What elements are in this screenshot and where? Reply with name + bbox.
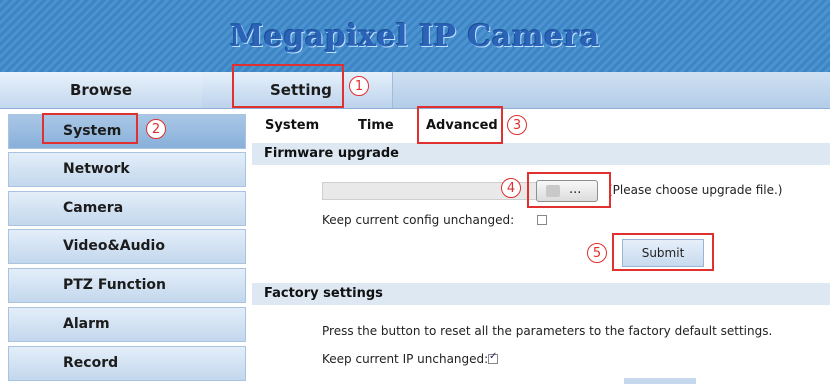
subtab-time[interactable]: Time [358,110,394,142]
subtab-system[interactable]: System [265,110,319,142]
marker-1: 1 [349,76,369,96]
sidebar-item-ptz-function[interactable]: PTZ Function [8,268,246,303]
highlight-system [42,113,138,144]
upgrade-file-hint: (Please choose upgrade file.) [608,183,783,197]
sidebar-item-record[interactable]: Record [8,346,246,381]
marker-5: 5 [587,243,607,263]
sub-tabs: System Time Advanced [252,110,830,142]
sidebar-item-camera[interactable]: Camera [8,191,246,226]
sidebar-item-alarm[interactable]: Alarm [8,307,246,342]
keep-ip-checkbox[interactable] [488,351,498,364]
tab-browse[interactable]: Browse [0,72,203,108]
app-title: Megapixel IP Camera [230,18,600,54]
factory-reset-button[interactable] [624,378,696,384]
sidebar-item-video-audio[interactable]: Video&Audio [8,229,246,264]
factory-settings-heading: Factory settings [252,283,830,305]
firmware-upgrade-heading: Firmware upgrade [252,143,830,165]
highlight-submit [612,233,714,271]
keep-config-checkbox[interactable] [537,215,547,225]
header-banner: Megapixel IP Camera [0,0,830,72]
sidebar: System Network Camera Video&Audio PTZ Fu… [0,110,246,383]
marker-4: 4 [501,178,521,198]
highlight-browse [527,172,611,208]
keep-ip-label: Keep current IP unchanged: [322,352,489,366]
highlight-advanced [417,106,503,144]
top-nav: Browse Setting [0,72,830,109]
marker-3: 3 [507,115,527,135]
factory-reset-description: Press the button to reset all the parame… [322,324,773,338]
highlight-setting [232,64,344,108]
marker-2: 2 [146,119,166,139]
keep-config-label: Keep current config unchanged: [322,213,515,227]
sidebar-item-network[interactable]: Network [8,152,246,187]
main-content: System Time Advanced Firmware upgrade ..… [252,110,830,384]
